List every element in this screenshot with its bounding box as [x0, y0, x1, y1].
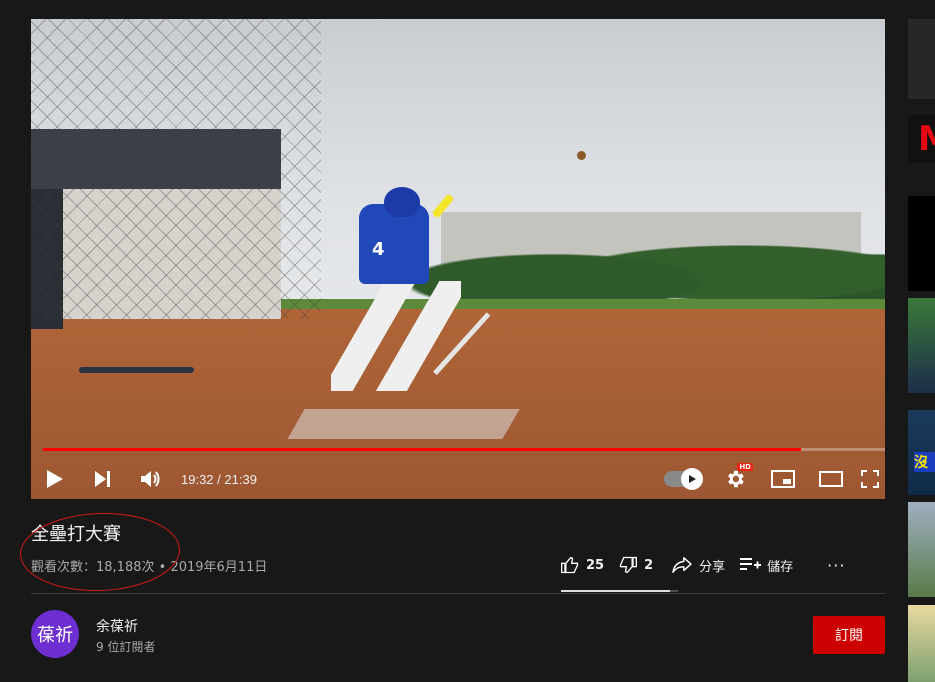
autoplay-play-icon [689, 475, 696, 483]
autoplay-switch [664, 468, 703, 490]
sidebar-ad-thumbnail[interactable] [908, 19, 935, 99]
subscribe-button[interactable]: 訂閱 [813, 616, 885, 654]
sidebar-thumbnail-4[interactable]: 沒 [908, 410, 935, 495]
video-actions: 25 2 分享 儲存 ··· [560, 555, 859, 575]
volume-icon [141, 471, 160, 487]
video-batter-helmet [384, 187, 420, 217]
video-bat-on-ground [79, 367, 194, 373]
miniplayer-button[interactable] [759, 461, 807, 497]
progress-bar-played [43, 448, 801, 451]
fullscreen-icon [861, 470, 879, 488]
video-player[interactable]: 4 19:32 / 21:39 HD [31, 19, 885, 499]
gear-icon [728, 470, 744, 488]
next-icon [95, 471, 110, 487]
next-button[interactable] [79, 461, 127, 497]
progress-bar[interactable] [43, 448, 885, 451]
settings-button[interactable]: HD [711, 461, 759, 497]
share-label: 分享 [699, 559, 726, 575]
autoplay-toggle[interactable] [663, 461, 711, 497]
sidebar-thumbnail-6[interactable] [908, 605, 935, 682]
sidebar-thumbnail-4-text: 沒 [914, 452, 935, 472]
more-actions-label: ··· [827, 555, 846, 575]
video-baseball [577, 151, 586, 160]
section-divider [31, 593, 885, 594]
subscriber-count: 9 位訂閱者 [96, 640, 156, 654]
dislike-button[interactable]: 2 [618, 555, 653, 575]
save-button[interactable]: 儲存 [739, 556, 793, 575]
like-button[interactable]: 25 [560, 555, 604, 575]
play-icon [47, 470, 63, 488]
video-jersey-number: 4 [372, 239, 385, 260]
thumbs-up-icon [561, 556, 579, 574]
upload-date: 2019年6月11日 [170, 560, 268, 575]
time-display: 19:32 / 21:39 [181, 472, 257, 487]
view-count: 觀看次數：18,188次 [31, 560, 155, 575]
sidebar-thumbnail-1[interactable]: M [908, 115, 935, 163]
share-button[interactable]: 分享 [671, 556, 725, 575]
playlist-add-icon [740, 558, 762, 570]
theater-icon [819, 471, 843, 487]
autoplay-knob [681, 468, 703, 490]
like-count: 25 [586, 557, 605, 573]
save-label: 儲存 [767, 559, 794, 575]
current-time: 19:32 [181, 471, 214, 487]
channel-avatar[interactable]: 葆祈 [31, 610, 79, 658]
thumbs-down-icon [619, 556, 638, 574]
volume-button[interactable] [127, 461, 175, 497]
meta-separator: • [158, 560, 167, 575]
dislike-count: 2 [644, 557, 654, 573]
sidebar-thumbnail-2[interactable] [908, 196, 935, 291]
sidebar-thumbnail-1-text: M [918, 119, 935, 159]
video-batter-legs [331, 281, 461, 391]
time-separator: / [213, 471, 225, 487]
sidebar-thumbnail-3[interactable] [908, 298, 935, 393]
video-metadata: 觀看次數：18,188次 • 2019年6月11日 [31, 556, 267, 575]
total-time: 21:39 [224, 471, 257, 487]
sidebar-thumbnail-5[interactable] [908, 502, 935, 597]
video-trees [411, 219, 885, 309]
like-dislike-ratio-bar [561, 590, 678, 592]
video-home-plate-area [287, 409, 520, 439]
video-title: 全壘打大賽 [31, 524, 121, 545]
fullscreen-button[interactable] [855, 461, 885, 497]
video-frame[interactable]: 4 [31, 19, 885, 499]
miniplayer-icon [771, 470, 795, 488]
more-actions-button[interactable]: ··· [821, 556, 845, 575]
player-controls: 19:32 / 21:39 HD [31, 459, 885, 499]
share-icon [672, 557, 692, 573]
play-button[interactable] [31, 461, 79, 497]
hd-badge: HD [737, 463, 753, 471]
player-controls-right: HD [663, 461, 885, 497]
theater-mode-button[interactable] [807, 461, 855, 497]
like-ratio-fill [561, 590, 670, 592]
channel-name[interactable]: 余葆祈 [96, 616, 138, 636]
video-backstop-fence [31, 19, 321, 319]
